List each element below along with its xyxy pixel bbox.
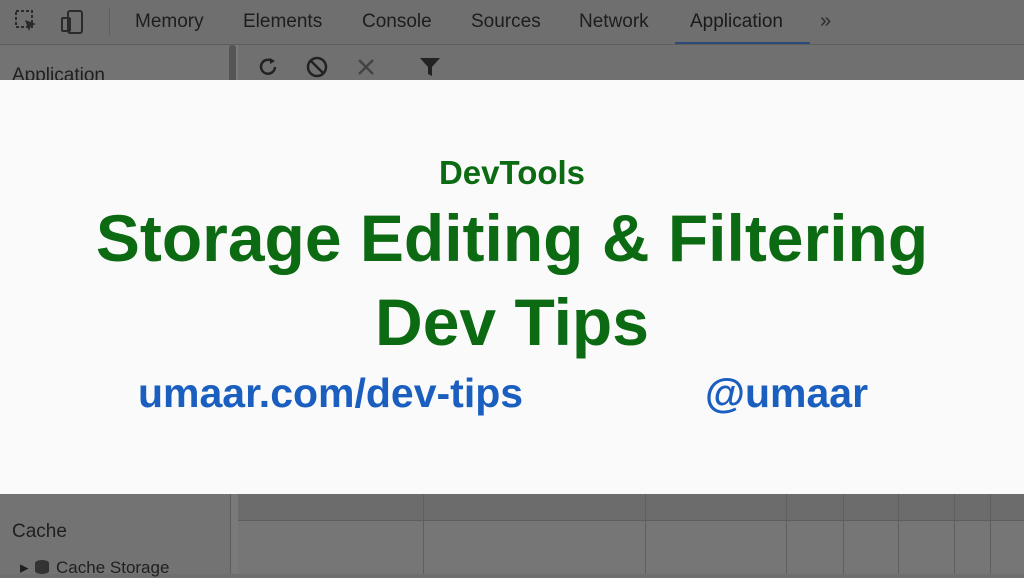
grid-column-divider[interactable] [898,494,899,574]
storage-data-grid [238,494,1024,574]
sidebar-item-cache-storage[interactable]: ▸ Cache Storage [20,558,169,578]
chevron-double-right-icon[interactable]: » [820,10,831,33]
tab-console[interactable]: Console [362,0,432,44]
overlay-url-link[interactable]: umaar.com/dev-tips [138,370,523,417]
inspect-element-icon[interactable] [14,9,40,35]
tab-elements[interactable]: Elements [243,0,322,44]
refresh-icon[interactable] [256,55,280,79]
grid-header-row [238,494,1024,521]
overlay-handle-link[interactable]: @umaar [705,370,868,417]
grid-column-divider[interactable] [645,494,646,574]
close-icon[interactable] [354,55,378,79]
devtools-tab-bar: Memory Elements Console Sources Network … [0,0,1024,45]
tab-application[interactable]: Application [690,0,783,44]
tab-bar-divider [109,8,110,36]
tab-network[interactable]: Network [579,0,649,44]
sidebar-section-cache: Cache [12,521,67,542]
grid-column-divider[interactable] [990,494,991,574]
grid-column-divider[interactable] [954,494,955,574]
overlay-kicker: DevTools [438,154,586,191]
overlay-subtitle: Dev Tips [375,285,649,359]
database-icon [33,558,56,577]
device-toolbar-icon[interactable] [60,9,86,35]
expand-triangle-icon[interactable]: ▸ [20,558,29,577]
active-tab-indicator [675,42,810,44]
clear-icon[interactable] [305,55,329,79]
overlay-title: Storage Editing & Filtering [95,201,929,275]
grid-column-divider[interactable] [843,494,844,574]
tab-memory[interactable]: Memory [135,0,204,44]
grid-column-divider[interactable] [786,494,787,574]
filter-icon[interactable] [418,55,442,79]
sidebar-item-label: Cache Storage [56,558,170,577]
grid-column-divider[interactable] [423,494,424,574]
tab-sources[interactable]: Sources [471,0,541,44]
title-card-overlay: DevTools Storage Editing & Filtering Dev… [0,80,1024,494]
